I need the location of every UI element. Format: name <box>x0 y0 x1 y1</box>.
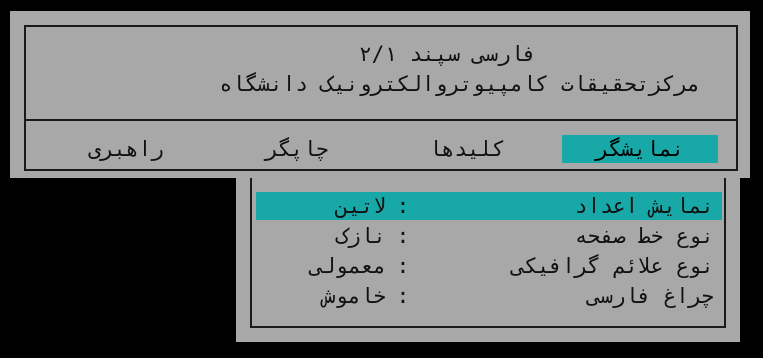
main-window: فارسی سپند ۲/۱ مرکزتحقیقات کامپیوتروالکت… <box>10 11 750 178</box>
option-separator: : <box>396 224 410 248</box>
option-number-display[interactable]: نمایش اعداد : لاتین <box>256 192 722 220</box>
option-label: نوع خط صفحه <box>574 224 714 248</box>
app-subtitle: مرکزتحقیقات کامپیوتروالکترونیک دانشگاه <box>219 72 700 96</box>
option-label: چراغ فارسی <box>587 284 714 308</box>
menu-item-printer[interactable]: چاپگر <box>232 135 362 163</box>
option-screen-line-type[interactable]: نوع خط صفحه : نازک <box>256 222 722 250</box>
display-dropdown-frame: نمایش اعداد : لاتین نوع خط صفحه : نازک ن… <box>250 178 726 328</box>
option-value: لاتین <box>335 194 386 218</box>
option-separator: : <box>396 254 410 278</box>
option-value: معمولی <box>310 254 386 278</box>
option-label: نوع علائم گرافیکی <box>511 254 714 278</box>
app-header: فارسی سپند ۲/۱ مرکزتحقیقات کامپیوتروالکت… <box>26 27 736 117</box>
menu-bar: نمایشگر کلیدها چاپگر راهبری <box>26 121 736 169</box>
option-value: خاموش <box>322 284 386 308</box>
option-farsi-light[interactable]: چراغ فارسی : خاموش <box>256 282 722 310</box>
menu-item-guide[interactable]: راهبری <box>56 135 196 163</box>
display-dropdown: نمایش اعداد : لاتین نوع خط صفحه : نازک ن… <box>236 178 740 342</box>
menu-item-display[interactable]: نمایشگر <box>562 135 718 163</box>
app-title: فارسی سپند ۲/۱ <box>358 42 536 66</box>
option-graphic-symbols[interactable]: نوع علائم گرافیکی : معمولی <box>256 252 722 280</box>
option-label: نمایش اعداد <box>574 194 714 218</box>
main-window-frame: فارسی سپند ۲/۱ مرکزتحقیقات کامپیوتروالکت… <box>24 25 738 171</box>
option-separator: : <box>396 194 410 218</box>
option-value: نازک <box>335 224 386 248</box>
menu-item-keys[interactable]: کلیدها <box>402 135 532 163</box>
option-separator: : <box>396 284 410 308</box>
